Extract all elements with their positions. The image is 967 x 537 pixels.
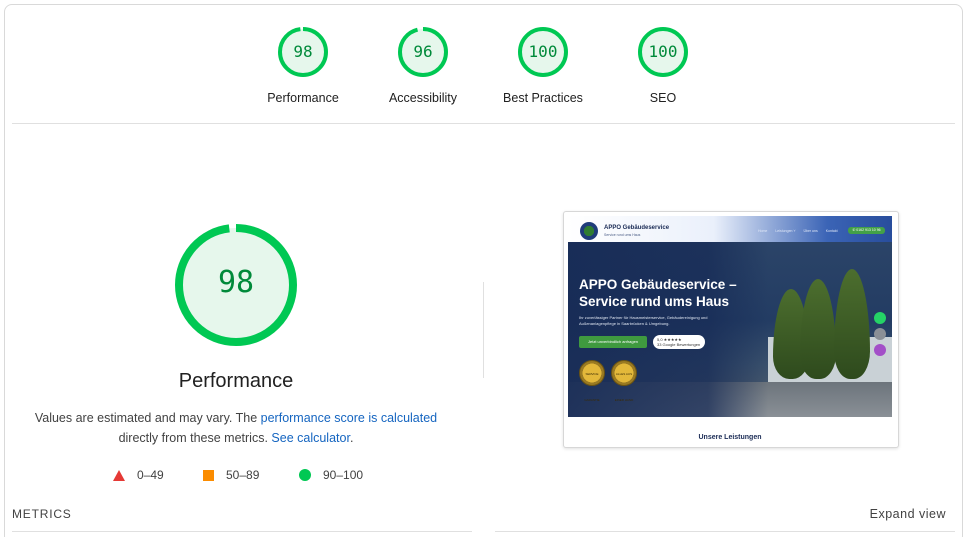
- tree-image: [800, 279, 836, 379]
- preview-nav-item: Leistungen ˅: [775, 229, 796, 233]
- preview-hero-title: APPO Gebäudeservice – Service rund ums H…: [579, 277, 737, 309]
- metrics-heading: METRICS: [12, 507, 72, 521]
- gauge-label: SEO: [649, 91, 677, 105]
- gauge-ring: 98: [278, 27, 328, 77]
- gauge-ring: 100: [518, 27, 568, 77]
- score-gauge-seo[interactable]: 100 SEO: [613, 27, 713, 105]
- legend-range: 90–100: [323, 468, 364, 482]
- note-text: .: [349, 431, 354, 445]
- preview-section-heading: Unsere Leistungen: [698, 434, 762, 441]
- triangle-icon: [113, 469, 125, 481]
- gauge-value: 100: [528, 42, 558, 61]
- performance-gauge-large: 98: [175, 224, 297, 346]
- gauge-ring: 100: [638, 27, 688, 77]
- gauge-value: 98: [293, 42, 313, 61]
- square-icon: [203, 469, 214, 481]
- gauge-value: 96: [413, 42, 433, 61]
- preview-nav-item: Kontakt: [825, 229, 838, 233]
- tree-image: [834, 269, 870, 379]
- see-calculator-link[interactable]: See calculator: [271, 431, 350, 445]
- mail-icon: [874, 344, 886, 356]
- preview-nav-item: Home: [758, 229, 768, 233]
- preview-navbar: APPO Gebäudeservice Service rund ums Hau…: [568, 216, 892, 242]
- legend-fail: 0–49: [113, 467, 164, 483]
- note-text: Values are estimated and may vary. The: [34, 411, 261, 425]
- gauge-label: Accessibility: [388, 91, 458, 105]
- circle-icon: [299, 469, 311, 481]
- score-calculated-link[interactable]: performance score is calculated: [261, 411, 437, 425]
- preview-phone-button: ✆ 0162 913 10 96: [848, 227, 885, 234]
- preview-rating-badge: 5,0 ★★★★★ 33 Google Bewertungen: [653, 335, 705, 349]
- gauge-value: 100: [648, 42, 678, 61]
- score-gauge-best-practices[interactable]: 100 Best Practices: [493, 27, 593, 105]
- legend-range: 0–49: [137, 468, 164, 482]
- preview-hero: APPO Gebäudeservice – Service rund ums H…: [568, 242, 892, 417]
- preview-rating-sub: 33 Google Bewertungen: [657, 342, 701, 347]
- badge-seal-icon: SERVICE GARANTIE: [579, 360, 605, 402]
- score-note: Values are estimated and may vary. The p…: [20, 408, 452, 448]
- preview-hero-text: Ihr zuverlässiger Partner für Hausmeiste…: [579, 315, 708, 326]
- badge-seal-icon: ALLES AUS EINER HAND: [611, 360, 637, 402]
- legend-average: 50–89: [203, 467, 259, 483]
- vertical-divider: [483, 282, 484, 378]
- gauge-label: Performance: [267, 91, 339, 105]
- page-screenshot-preview[interactable]: APPO Gebäudeservice Service rund ums Hau…: [563, 211, 899, 448]
- performance-title: Performance: [178, 370, 294, 392]
- preview-tagline: Service rund ums Haus: [604, 233, 641, 237]
- whatsapp-icon: [874, 312, 886, 324]
- logo-icon: [580, 222, 598, 240]
- gauge-ring: 96: [398, 27, 448, 77]
- score-gauge-accessibility[interactable]: 96 Accessibility: [373, 27, 473, 105]
- preview-brand: APPO Gebäudeservice: [604, 225, 670, 231]
- score-gauge-performance[interactable]: 98 Performance: [253, 27, 353, 105]
- legend-pass: 90–100: [299, 467, 363, 483]
- preview-nav-links: Home Leistungen ˅ Über uns Kontakt: [758, 229, 838, 233]
- gauge-label: Best Practices: [503, 91, 583, 105]
- note-text: directly from these metrics.: [118, 431, 272, 445]
- phone-icon: [874, 328, 886, 340]
- gauge-value: 98: [217, 265, 255, 300]
- divider: [12, 123, 955, 124]
- expand-view-toggle[interactable]: Expand view: [870, 507, 946, 521]
- preview-hero-button: Jetzt unverbindlich anfragen: [579, 336, 647, 348]
- legend-range: 50–89: [226, 468, 260, 482]
- divider: [495, 531, 955, 532]
- divider: [12, 531, 472, 532]
- preview-nav-item: Über uns: [803, 229, 818, 233]
